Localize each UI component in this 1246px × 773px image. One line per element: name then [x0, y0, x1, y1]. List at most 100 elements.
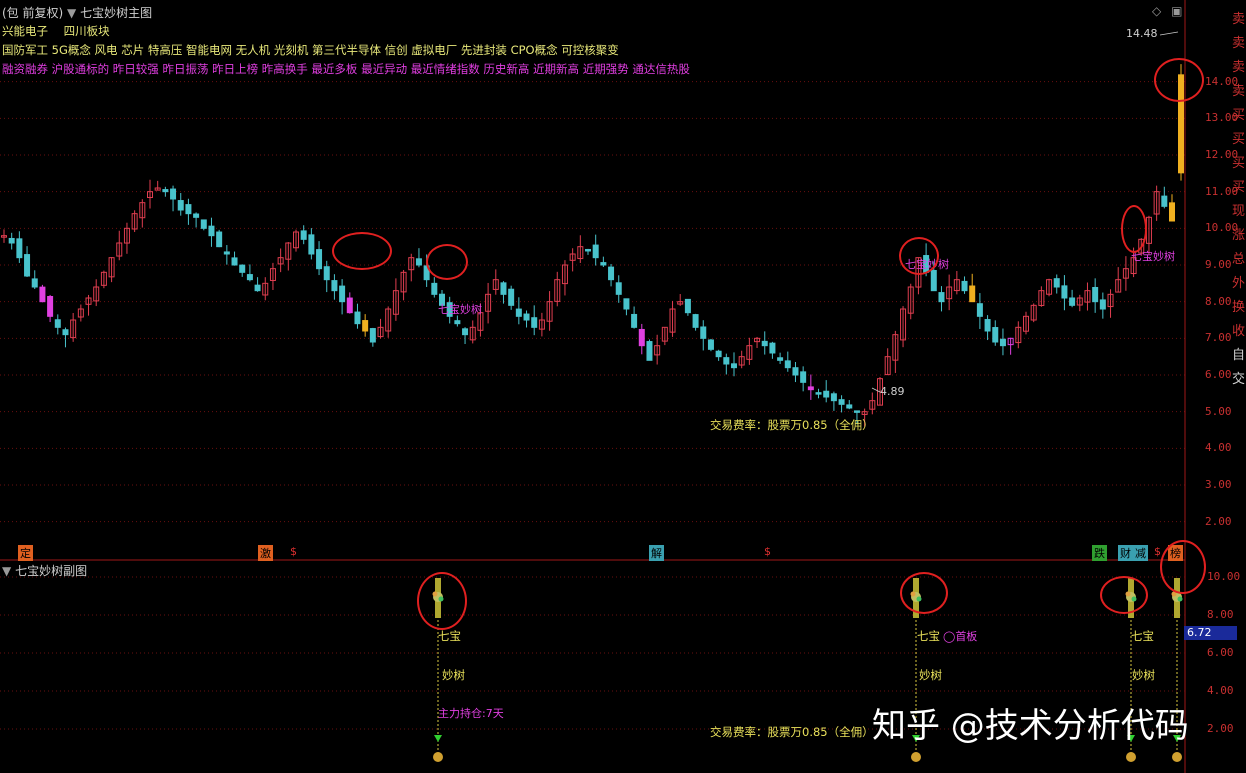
- candle-body: [815, 392, 822, 395]
- sub-miaoshu-1: 妙树: [442, 668, 465, 682]
- candle-body: [531, 317, 538, 328]
- candle-body: [185, 204, 192, 215]
- candle-body: [592, 244, 599, 259]
- annotation-circle-6: [417, 572, 467, 630]
- price-tick: 3.00: [1205, 478, 1232, 491]
- candle-body: [1099, 299, 1106, 310]
- high-pointer: [1159, 31, 1179, 36]
- diamond-icon[interactable]: ◇: [1152, 4, 1161, 18]
- candle-body: [331, 280, 338, 292]
- annotation-circle-1: [332, 232, 392, 270]
- sub-toggle-icon[interactable]: ▼: [2, 564, 11, 578]
- candle-body: [323, 266, 330, 281]
- candle-body: [777, 357, 784, 361]
- dollar-marker-3[interactable]: $: [1154, 545, 1161, 558]
- sub-miaoshu-2: 妙树: [919, 668, 942, 682]
- indicator-toggle-icon[interactable]: ▼: [67, 6, 76, 20]
- indicator-title[interactable]: 七宝妙树主图: [80, 6, 152, 20]
- candle-body: [638, 328, 645, 347]
- window-icon[interactable]: ▣: [1171, 4, 1182, 18]
- candle-body: [999, 338, 1006, 347]
- candle-body: [454, 320, 461, 325]
- side-item[interactable]: 卖: [1232, 32, 1245, 51]
- side-item[interactable]: 买: [1232, 128, 1245, 147]
- candle-body: [369, 328, 376, 343]
- side-item[interactable]: 外: [1232, 272, 1245, 291]
- candle-body: [1169, 202, 1175, 222]
- candle-body: [608, 266, 615, 281]
- side-item[interactable]: 涨: [1232, 224, 1245, 243]
- candle-body: [976, 303, 983, 317]
- event-tag-ding[interactable]: 定: [18, 545, 33, 561]
- candle-body: [792, 367, 799, 376]
- event-tag-jie[interactable]: 解: [649, 545, 664, 561]
- sub-miaoshu-3: 妙树: [1132, 668, 1155, 682]
- side-item[interactable]: 总: [1232, 248, 1245, 267]
- candle-body: [631, 313, 638, 328]
- annotation-circle-8: [1100, 576, 1148, 614]
- candle-body: [462, 328, 469, 336]
- mode-label: (包 前复权): [2, 6, 64, 20]
- side-item[interactable]: 卖: [1232, 80, 1245, 99]
- side-item[interactable]: 交: [1232, 368, 1245, 387]
- candle-body: [308, 234, 315, 255]
- sub-title[interactable]: 七宝妙树副图: [15, 564, 87, 578]
- event-tag-ji[interactable]: 激: [258, 545, 273, 561]
- sub-shouban-text: 首板: [955, 630, 978, 643]
- annotation-circle-3: [899, 237, 939, 275]
- price-tick: 9.00: [1205, 258, 1232, 271]
- side-item[interactable]: 卖: [1232, 56, 1245, 75]
- kline-chart[interactable]: [0, 0, 1246, 773]
- side-item[interactable]: 买: [1232, 104, 1245, 123]
- side-item[interactable]: 自: [1232, 344, 1245, 363]
- candle-body: [715, 350, 722, 358]
- sub-hold-label: 主力持仓:7天: [438, 707, 504, 720]
- board-name[interactable]: 四川板块: [64, 24, 110, 38]
- candle-body: [623, 298, 630, 310]
- coin-icon: [911, 752, 921, 762]
- low-price-label: 4.89: [880, 385, 905, 398]
- side-item[interactable]: 买: [1232, 152, 1245, 171]
- header-icons[interactable]: ◇ ▣: [1152, 4, 1182, 18]
- concept-line-1[interactable]: 国防军工 5G概念 风电 芯片 特高压 智能电网 无人机 光刻机 第三代半导体 …: [2, 42, 619, 58]
- event-tag-die[interactable]: 跌: [1092, 545, 1107, 561]
- side-item[interactable]: 买: [1232, 176, 1245, 195]
- sub-chart-title[interactable]: ▼ 七宝妙树副图: [2, 562, 87, 579]
- down-arrow-icon: [434, 735, 442, 742]
- side-item[interactable]: 卖: [1232, 8, 1245, 27]
- candle-body: [600, 262, 607, 266]
- event-tag-jian[interactable]: 减: [1133, 545, 1148, 561]
- sub-tick: 2.00: [1207, 722, 1234, 735]
- candle-body: [992, 327, 999, 343]
- candle-body: [807, 386, 814, 391]
- side-item[interactable]: 收: [1232, 320, 1245, 339]
- candle-body: [830, 393, 837, 402]
- dollar-marker-1[interactable]: $: [290, 545, 297, 558]
- candle-body: [853, 410, 860, 413]
- candle-body: [239, 264, 246, 273]
- candle-body: [615, 282, 622, 295]
- concept-line-2[interactable]: 融资融券 沪股通标的 昨日较强 昨日振荡 昨日上榜 昨高换手 最近多板 最近异动…: [2, 61, 690, 77]
- candle-body: [54, 319, 61, 328]
- candle-body: [823, 390, 830, 398]
- price-tick: 4.00: [1205, 441, 1232, 455]
- dollar-marker-2[interactable]: $: [764, 545, 771, 558]
- candle-body: [731, 363, 737, 369]
- sub-qibao-2: 七宝: [917, 629, 940, 643]
- candle-body: [31, 278, 38, 288]
- price-tick: 2.00: [1205, 514, 1232, 528]
- candle-body: [761, 340, 768, 347]
- side-item[interactable]: 换: [1232, 296, 1245, 315]
- candle-body: [254, 284, 261, 292]
- coin-icon: [1172, 752, 1182, 762]
- candle-body: [431, 282, 438, 295]
- candle-body: [47, 295, 54, 317]
- low-pointer: [871, 387, 881, 393]
- candle-body: [523, 313, 530, 321]
- candle-body: [585, 248, 591, 252]
- candle-body: [24, 254, 31, 277]
- stock-title: (包 前复权) ▼ 七宝妙树主图: [2, 4, 152, 21]
- side-item[interactable]: 现: [1232, 200, 1245, 219]
- event-tag-cai[interactable]: 财: [1118, 545, 1133, 561]
- candle-body: [177, 200, 184, 211]
